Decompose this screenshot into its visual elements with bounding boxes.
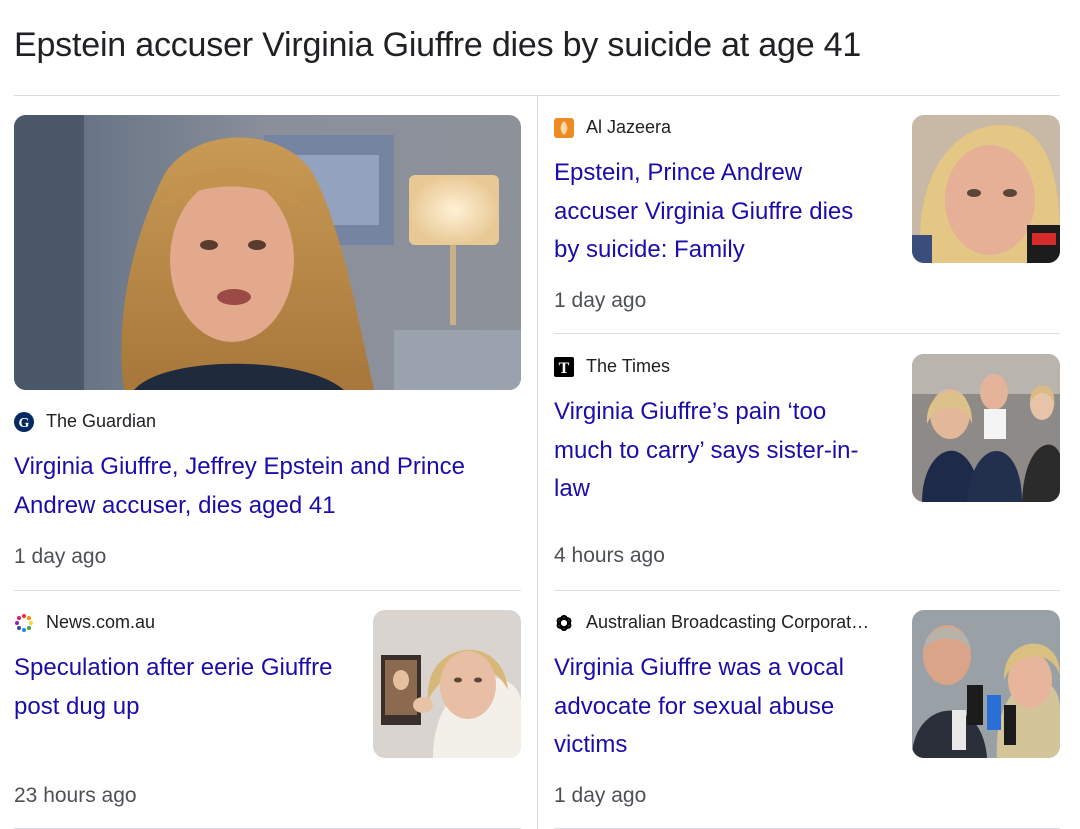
card-divider (14, 590, 521, 591)
news-card-the-times[interactable]: T The Times Virginia Giuffre’s pain ‘too… (554, 354, 1060, 590)
column-divider (537, 96, 538, 829)
news-thumbnail-al-jazeera[interactable] (912, 115, 1060, 263)
news-source-label: The Times (586, 356, 671, 376)
news-source-label: The Guardian (46, 411, 157, 431)
news-thumbnail-news-com-au[interactable] (373, 610, 521, 758)
card-divider (554, 333, 1060, 334)
news-headline-link[interactable]: Virginia Giuffre, Jeffrey Epstein and Pr… (14, 448, 514, 525)
news-thumbnail-abc[interactable] (912, 610, 1060, 758)
news-headline-link[interactable]: Virginia Giuffre was a vocal advocate fo… (554, 649, 884, 765)
news-headline-link[interactable]: Speculation after eerie Giuffre post dug… (14, 649, 359, 726)
news-source: T The Times (554, 356, 670, 377)
news-timestamp: 1 day ago (14, 545, 107, 568)
news-card-guardian[interactable]: G The Guardian Virginia Giuffre, Jeffrey… (14, 115, 521, 590)
the-times-logo-icon: T (554, 356, 574, 377)
news-source: News.com.au (14, 612, 155, 633)
news-timestamp: 23 hours ago (14, 784, 137, 807)
news-card-news-com-au[interactable]: News.com.au Speculation after eerie Giuf… (14, 610, 521, 828)
news-thumbnail-the-times[interactable] (912, 354, 1060, 502)
news-headline-link[interactable]: Virginia Giuffre’s pain ‘too much to car… (554, 393, 884, 509)
abc-logo-icon (554, 613, 574, 633)
news-source-label: Australian Broadcasting Corporat… (586, 612, 870, 632)
news-timestamp: 4 hours ago (554, 544, 665, 567)
news-timestamp: 1 day ago (554, 289, 647, 312)
al-jazeera-logo-icon (554, 117, 574, 138)
guardian-logo-icon: G (14, 411, 34, 432)
news-thumbnail-guardian[interactable] (14, 115, 521, 390)
news-source-label: Al Jazeera (586, 117, 672, 137)
svg-text:T: T (559, 360, 570, 377)
news-source: Australian Broadcasting Corporat… (554, 612, 894, 633)
news-card-al-jazeera[interactable]: Al Jazeera Epstein, Prince Andrew accuse… (554, 115, 1060, 333)
news-headline-link[interactable]: Epstein, Prince Andrew accuser Virginia … (554, 154, 884, 270)
page-title: Epstein accuser Virginia Giuffre dies by… (14, 26, 862, 64)
news-source: G The Guardian (14, 411, 156, 432)
svg-text:G: G (19, 416, 30, 431)
news-source-label: News.com.au (46, 612, 156, 632)
news-card-abc[interactable]: Australian Broadcasting Corporat… Virgin… (554, 610, 1060, 828)
news-timestamp: 1 day ago (554, 784, 647, 807)
news-source: Al Jazeera (554, 117, 671, 138)
card-divider (554, 590, 1060, 591)
news-com-au-logo-icon (14, 613, 34, 633)
